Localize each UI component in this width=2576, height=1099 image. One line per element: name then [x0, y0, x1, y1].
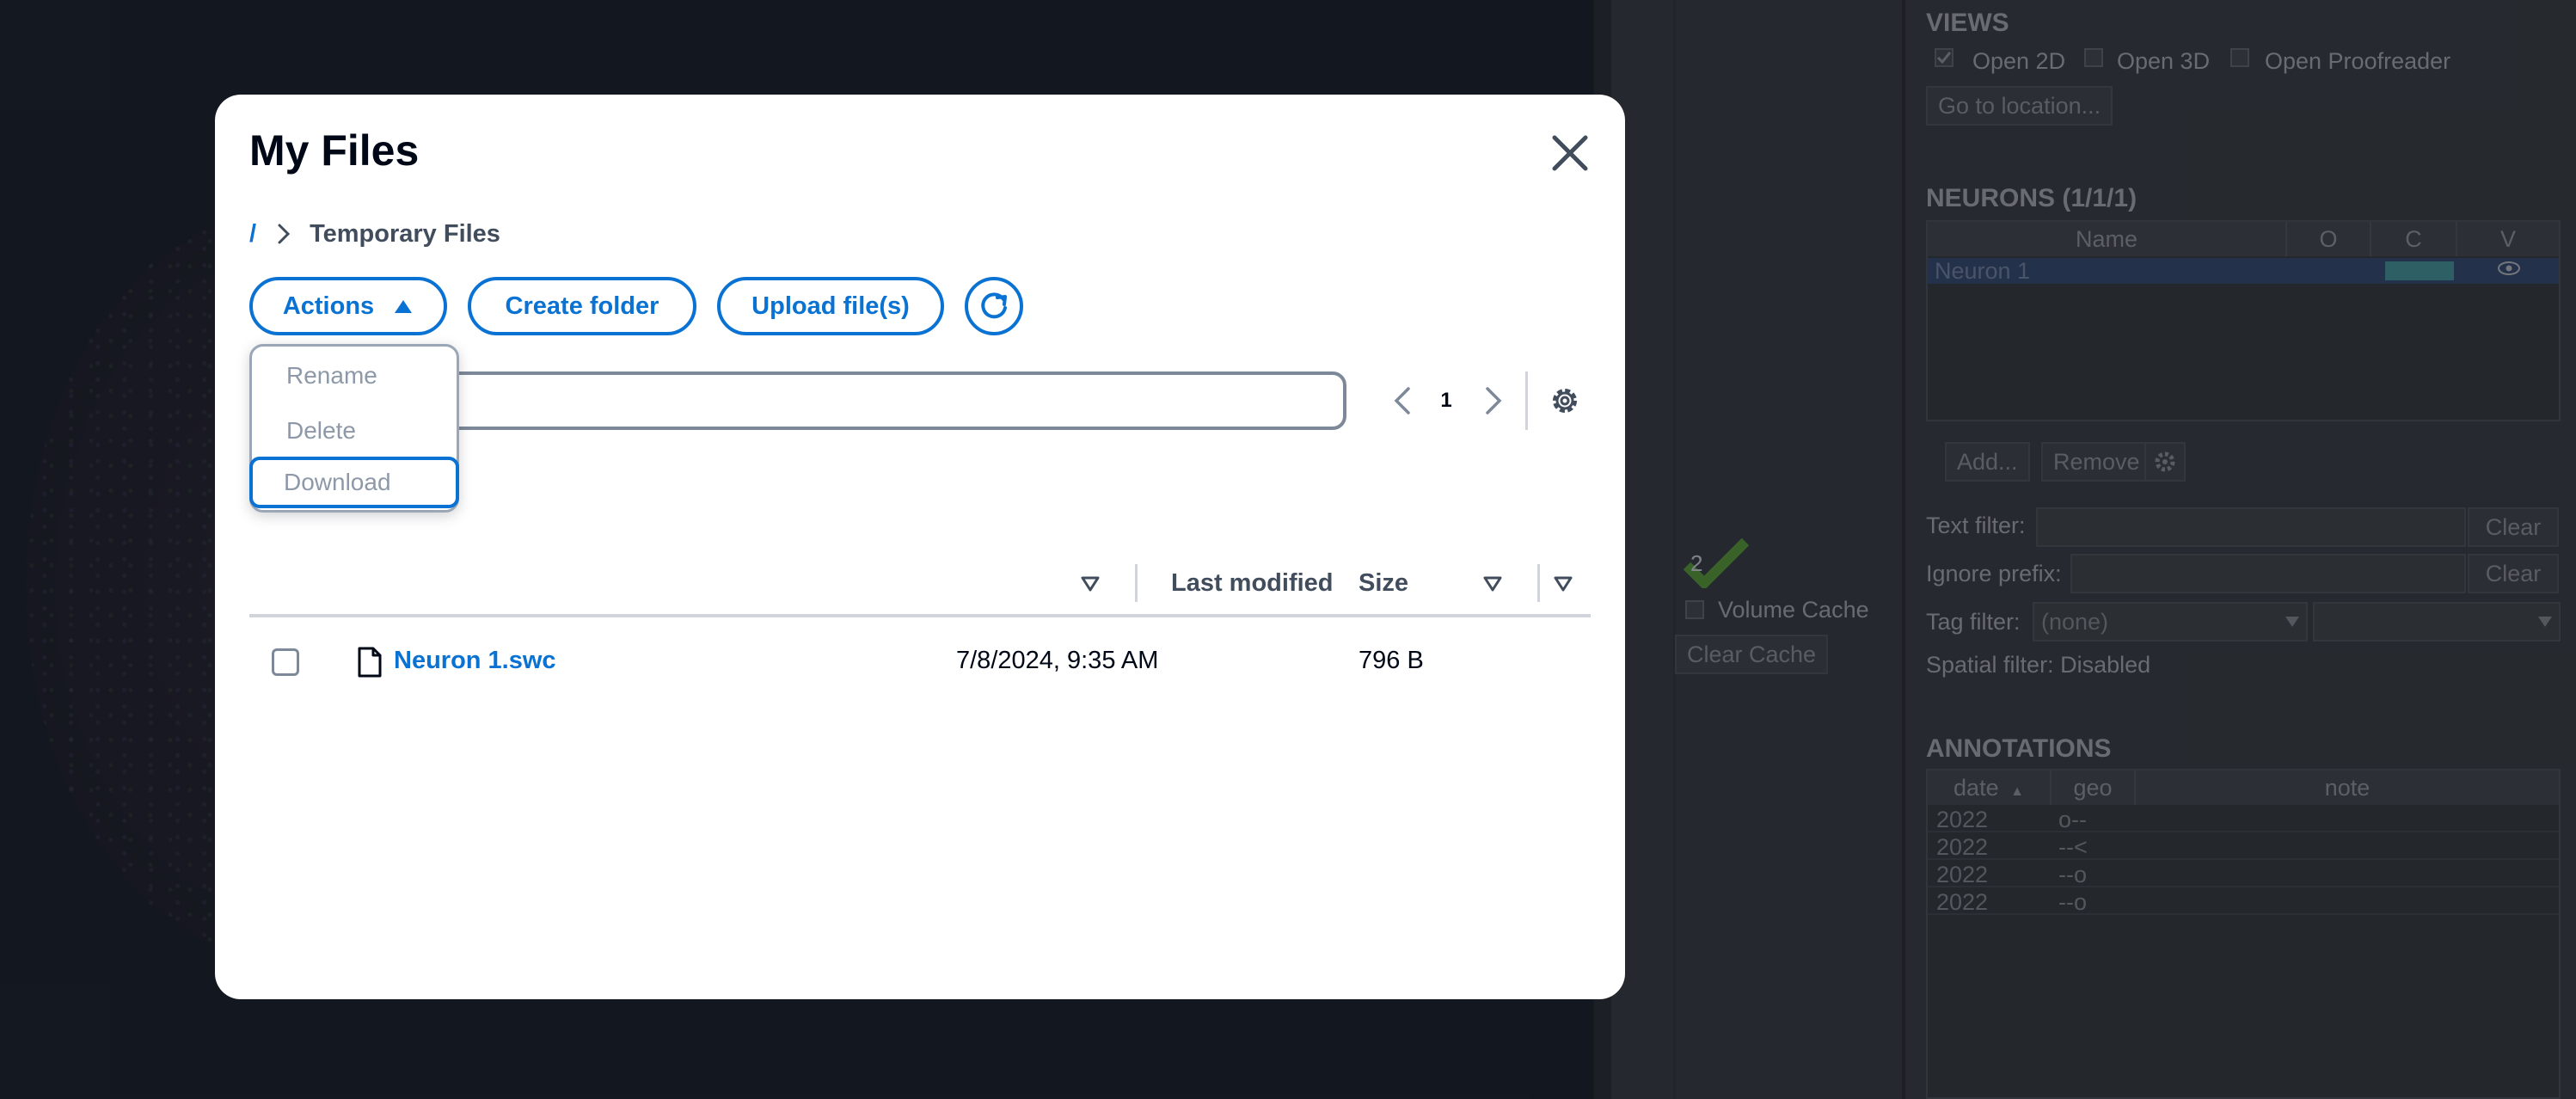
sort-icon[interactable] [1481, 571, 1505, 595]
menu-item-download[interactable]: Download [249, 457, 459, 508]
file-modified: 7/8/2024, 9:35 AM [956, 647, 1159, 674]
create-folder-button[interactable]: Create folder [468, 277, 696, 335]
sort-icon[interactable] [1078, 571, 1102, 595]
column-last-modified[interactable]: Last modified [1171, 552, 1334, 614]
next-page-icon[interactable] [1474, 382, 1512, 420]
my-files-dialog: My Files / Temporary Files Actions Creat… [215, 95, 1625, 999]
file-name-link[interactable]: Neuron 1.swc [394, 647, 556, 675]
breadcrumb-current: Temporary Files [310, 219, 500, 248]
column-resizer[interactable] [1135, 564, 1138, 602]
upload-files-button[interactable]: Upload file(s) [717, 277, 944, 335]
column-size[interactable]: Size [1359, 552, 1408, 614]
gear-icon[interactable] [1546, 382, 1584, 420]
actions-dropdown-menu: Rename Delete Download [249, 344, 459, 513]
actions-button-label: Actions [282, 292, 375, 320]
actions-button[interactable]: Actions [249, 277, 447, 335]
row-checkbox[interactable] [272, 648, 299, 676]
breadcrumb: / Temporary Files [249, 217, 500, 251]
previous-page-icon[interactable] [1384, 382, 1422, 420]
menu-item-rename[interactable]: Rename [252, 350, 457, 402]
dialog-title: My Files [249, 126, 420, 175]
refresh-icon [981, 292, 1007, 319]
refresh-button[interactable] [965, 277, 1023, 335]
sort-icon[interactable] [1551, 571, 1575, 595]
toolbar-divider [1525, 371, 1528, 430]
page-number[interactable]: 1 [1427, 382, 1465, 420]
close-icon[interactable] [1546, 129, 1594, 177]
column-resizer[interactable] [1537, 564, 1540, 602]
file-icon [358, 647, 382, 678]
caret-up-icon [395, 300, 413, 313]
table-row[interactable]: Neuron 1.swc 7/8/2024, 9:35 AM 796 B [249, 623, 1591, 702]
file-size: 796 B [1359, 647, 1424, 674]
menu-item-delete[interactable]: Delete [252, 405, 457, 457]
chevron-right-icon [278, 224, 291, 244]
breadcrumb-root-link[interactable]: / [249, 220, 256, 249]
